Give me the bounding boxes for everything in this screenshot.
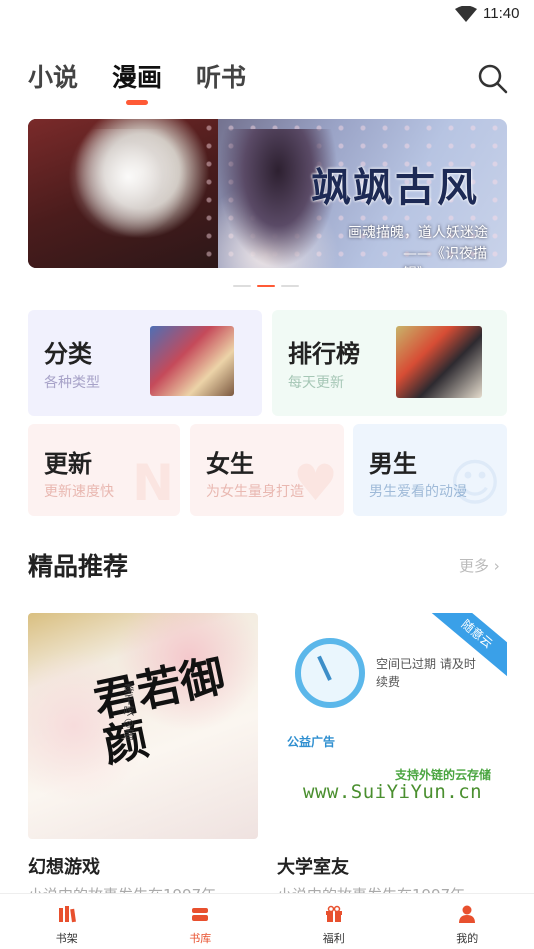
category-subtitle: 各种类型	[44, 375, 100, 391]
ranking-thumbnail	[396, 326, 482, 398]
category-title: 分类	[44, 339, 92, 368]
banner-subtitle: 画魂描魄，道人妖迷途	[348, 225, 488, 241]
female-watermark-icon: ♥	[293, 454, 338, 512]
cover-url: www.SuiYiYun.cn	[303, 781, 483, 803]
nav-label: 我的	[456, 932, 479, 945]
nav-profile[interactable]: 我的	[401, 894, 534, 949]
more-link[interactable]: 更多 ›	[459, 555, 500, 576]
tab-novel[interactable]: 小说	[28, 58, 78, 98]
banner-book-name: ——《识夜描银》	[403, 246, 487, 268]
gift-icon	[325, 905, 342, 922]
ranking-subtitle: 每天更新	[288, 375, 344, 391]
clock-icon	[295, 638, 365, 708]
banner-art-character	[28, 119, 218, 268]
cover-expired-text: 空间已过期 请及时续费	[376, 657, 476, 689]
category-thumbnail	[150, 326, 234, 396]
status-bar: 11:40	[0, 0, 534, 30]
banner-title: 飒飒古风	[311, 164, 479, 211]
pagination-dot	[233, 285, 251, 287]
female-card[interactable]: 女生 为女生量身打造 ♥	[190, 424, 344, 516]
ranking-title: 排行榜	[288, 339, 360, 368]
updates-card[interactable]: 更新 更新速度快 N	[28, 424, 180, 516]
female-title: 女生	[206, 449, 254, 478]
nav-welfare[interactable]: 福利	[267, 894, 401, 949]
tab-audiobook[interactable]: 听书	[196, 58, 246, 98]
nav-bookshelf[interactable]: 书架	[0, 894, 134, 949]
updates-subtitle: 更新速度快	[44, 484, 114, 500]
book-cover[interactable]: 君若御颜 黍千咳◎著	[28, 613, 258, 839]
banner-pagination	[233, 285, 299, 287]
updates-title: 更新	[44, 449, 92, 478]
cover-author: 黍千咳◎著	[122, 683, 135, 740]
bookshelf-icon	[58, 906, 76, 923]
book-title[interactable]: 大学室友	[277, 853, 349, 879]
male-watermark-icon: ☺	[448, 454, 501, 512]
pagination-dot-active	[257, 285, 275, 287]
book-title[interactable]: 幻想游戏	[28, 853, 100, 879]
category-card[interactable]: 分类 各种类型	[28, 310, 262, 416]
wifi-icon	[455, 6, 477, 22]
library-icon	[192, 908, 209, 921]
ranking-card[interactable]: 排行榜 每天更新	[272, 310, 507, 416]
nav-label: 福利	[322, 932, 345, 945]
promo-banner[interactable]: 飒飒古风 画魂描魄，道人妖迷途 ——《识夜描银》	[28, 119, 507, 268]
active-tab-indicator	[126, 100, 149, 105]
nav-label: 书库	[189, 932, 212, 945]
section-title: 精品推荐	[28, 552, 129, 581]
book-cover[interactable]: 随意云 空间已过期 请及时续费 公益广告 支持外链的云存储 www.SuiYiY…	[277, 613, 507, 839]
bottom-nav: 书架 书库 福利 我的	[0, 893, 534, 949]
male-card[interactable]: 男生 男生爱看的动漫 ☺	[353, 424, 507, 516]
cover-ad-label: 公益广告	[287, 735, 336, 749]
tab-comic[interactable]: 漫画	[112, 58, 162, 105]
top-tabs: 小说 漫画 听书	[28, 58, 280, 105]
updates-watermark-icon: N	[132, 454, 174, 512]
female-subtitle: 为女生量身打造	[206, 484, 304, 500]
pagination-dot	[281, 285, 299, 287]
nav-library[interactable]: 书库	[134, 894, 268, 949]
male-title: 男生	[369, 449, 417, 478]
profile-icon	[459, 905, 476, 923]
search-icon[interactable]	[476, 62, 510, 96]
nav-label: 书架	[55, 932, 78, 945]
status-time: 11:40	[483, 5, 520, 22]
cover-calligraphy: 君若御颜	[89, 650, 230, 773]
